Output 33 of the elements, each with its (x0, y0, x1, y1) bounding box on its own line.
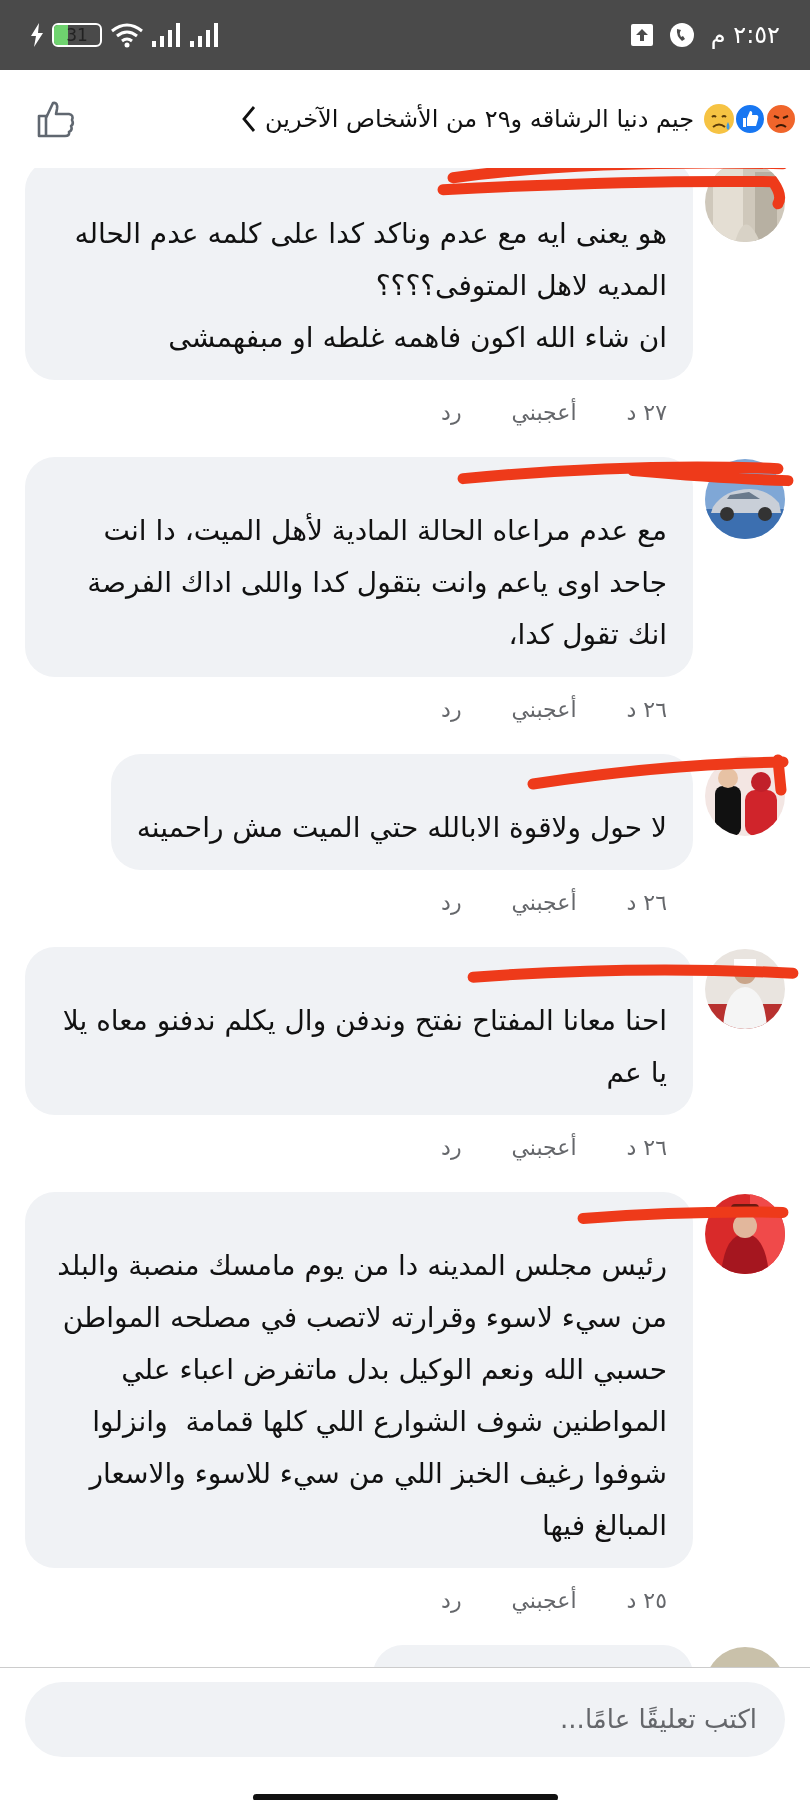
phone-icon (668, 22, 695, 48)
comment-text: رئيس مجلس المدينه دا من يوم مامسك منصبة والبلد من سيء لاسوء وقرارته لاتصب في مصلحه المواطن حسبي الله ونعم الوكيل بدل ماتفرض اعباء علي المواطنين شوف الشوارع اللي كلها قمامة وانزلوا شوفوا رغيف الخبز اللي من سيء للاسوء والاسعار المبالغ فيها (56, 1248, 667, 1544)
signal-icon (190, 23, 220, 47)
like-link[interactable]: أعجبني (511, 1584, 577, 1617)
comment-text: احنا معانا المفتاح نفتح وندفن وال يكلم ندفنو معاه يلا يا عم (61, 1003, 667, 1091)
comment-text: مع عدم مراعاه الحالة المادية لأهل الميت، دا انت جاحد اوى ياعم وانت بتقول كدا واللى اداك الفرصة انك تقول كدا، (86, 512, 667, 653)
like-icon[interactable] (36, 99, 76, 139)
like-link[interactable]: أعجبني (511, 396, 577, 429)
chevron-icon[interactable] (241, 105, 258, 133)
charging-icon (30, 23, 44, 47)
like-link[interactable]: أعجبني (511, 886, 577, 919)
comment-time: ٢٥ د (626, 1587, 667, 1615)
comment-time: ٢٦ د (626, 889, 667, 917)
reactions-summary[interactable]: جيم دنيا الرشاقه و٢٩ من الأشخاص الآخرين (265, 101, 694, 137)
comment-text: لا حول ولاقوة الابالله حتي الميت مش راحمينه (136, 810, 667, 846)
reply-link[interactable]: رد (441, 1584, 462, 1617)
signal-icon (152, 23, 182, 47)
like-link[interactable]: أعجبني (511, 1131, 577, 1164)
comment-time: ٢٦ د (626, 1134, 667, 1162)
reply-link[interactable]: رد (441, 886, 462, 919)
reaction-icons[interactable] (702, 102, 798, 136)
status-time: ٢:٥٢ م (710, 20, 780, 51)
upload-icon (630, 24, 653, 46)
reply-link[interactable]: رد (441, 1131, 462, 1164)
comment-text: هو يعنى ايه مع عدم وناكد كدا على كلمه عدم الحاله المديه لاهل المتوفى؟؟؟؟ ان شاء الله اكون فاهمه غلطه او مبفهمشى (73, 216, 667, 356)
wifi-icon (110, 22, 144, 48)
comment-time: ٢٦ د (626, 696, 667, 724)
like-link[interactable]: أعجبني (511, 693, 577, 726)
comment-field[interactable]: اكتب تعليقًا عامًا... (25, 1682, 785, 1757)
comment-time: ٢٧ د (626, 399, 667, 427)
battery-fill (54, 25, 69, 45)
reply-link[interactable]: رد (441, 396, 462, 429)
reply-link[interactable]: رد (441, 693, 462, 726)
